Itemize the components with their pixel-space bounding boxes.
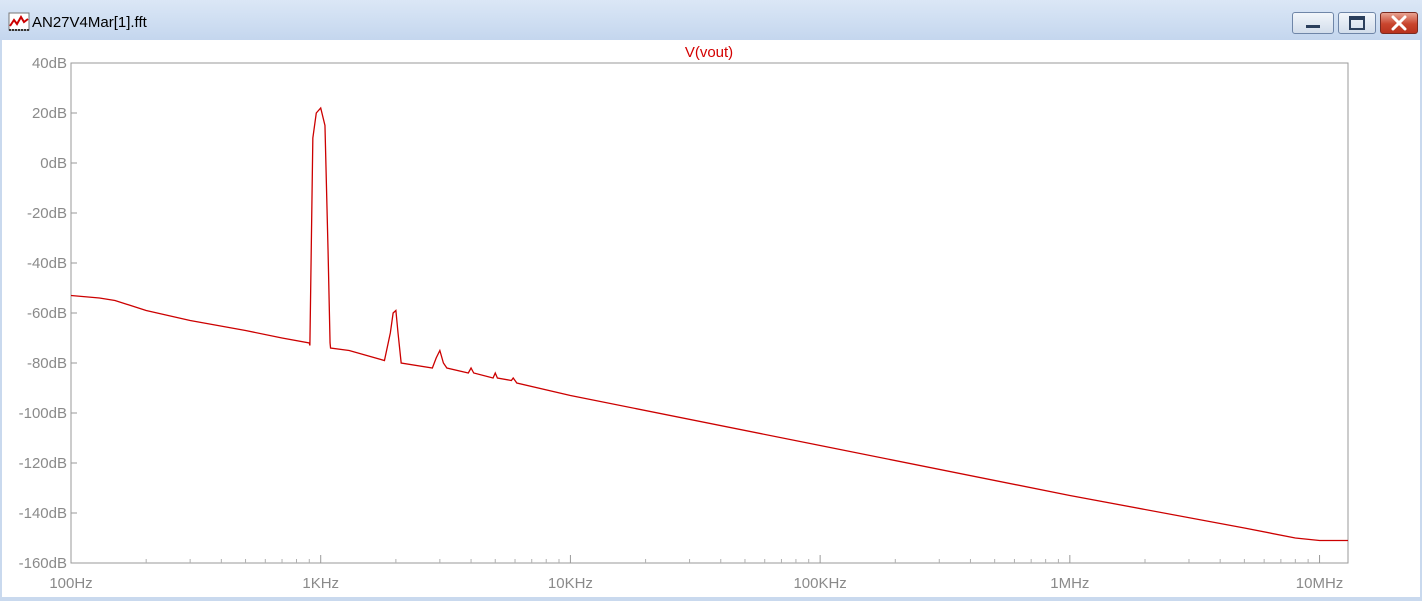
plot-area [70,62,1349,564]
y-tick-label: 40dB [32,55,67,72]
y-tick-label: -20dB [27,205,67,222]
trace-title[interactable]: V(vout) [685,44,733,61]
x-tick-label: 1KHz [302,575,339,592]
trace-line[interactable] [70,106,1348,542]
y-tick-label: -40dB [27,255,67,272]
y-tick-label: -100dB [19,405,67,422]
y-tick-label: -80dB [27,355,67,372]
x-tick-label: 1MHz [1050,575,1089,592]
x-tick-label: 10KHz [548,575,593,592]
x-tick-label: 10MHz [1296,575,1344,592]
y-tick-label: -160dB [19,555,67,572]
y-tick-label: 20dB [32,105,67,122]
y-tick-label: -140dB [19,505,67,522]
x-tick-label: 100KHz [793,575,846,592]
waveform-window: AN27V4Mar[1].fft V(vout) 40dB 20dB 0dB -20d… [0,0,1422,601]
x-axis: 100Hz 1KHz 10KHz 100KHz 1MHz 10MHz [49,555,1343,592]
y-axis: 40dB 20dB 0dB -20dB -40dB -60dB -80dB -100dB -12… [19,55,77,572]
y-tick-label: -120dB [19,455,67,472]
y-tick-label: 0dB [40,155,67,172]
fft-chart[interactable]: V(vout) 40dB 20dB 0dB -20dB -40dB -60dB -80dB -… [0,0,1422,601]
y-tick-label: -60dB [27,305,67,322]
x-tick-label: 100Hz [49,575,92,592]
